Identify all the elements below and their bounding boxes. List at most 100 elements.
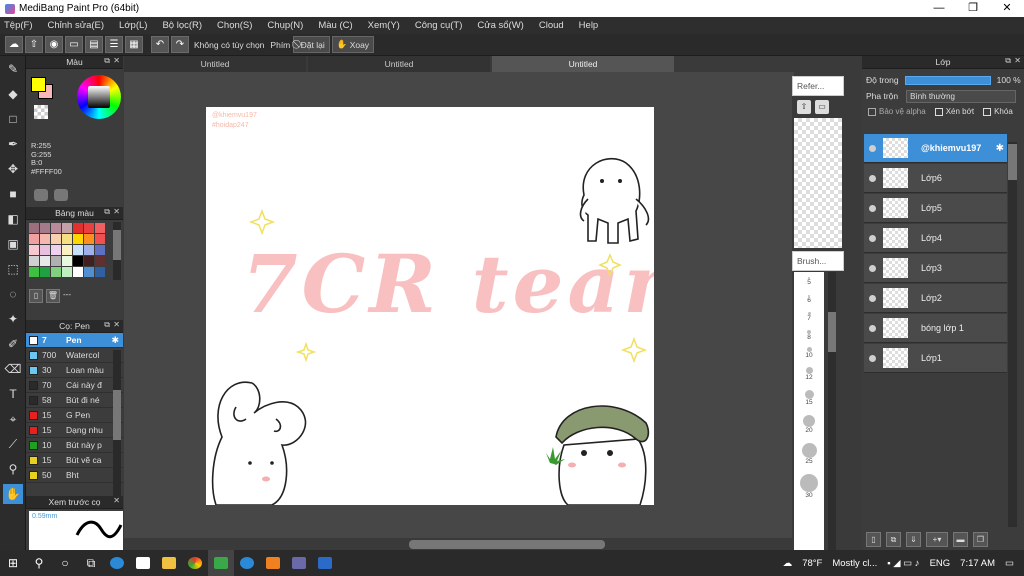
brush-item[interactable]: 50 Bht	[26, 468, 123, 483]
eyedropper-tool-icon[interactable]: ⚲	[3, 459, 23, 479]
store-icon[interactable]	[130, 550, 156, 576]
palette-swatch[interactable]	[84, 245, 94, 255]
brush-item[interactable]: 15 Bút vẽ ca	[26, 453, 123, 468]
palette-scrollbar[interactable]	[113, 222, 121, 280]
palette-swatch[interactable]	[84, 267, 94, 277]
gear-icon[interactable]: ✱	[111, 335, 119, 346]
comment-icon[interactable]: ◉	[45, 36, 63, 53]
lock-checkbox[interactable]	[983, 107, 992, 116]
camera-icon[interactable]	[286, 550, 312, 576]
visibility-icon[interactable]	[869, 204, 876, 212]
cortana-icon[interactable]: ○	[52, 550, 78, 576]
hand-tool-icon[interactable]: ✋	[3, 484, 23, 504]
palette-swatch[interactable]	[73, 223, 83, 233]
layer-row[interactable]: Lớp2	[864, 284, 1007, 313]
menu-select[interactable]: Chọn(S)	[217, 20, 252, 31]
weather-temp[interactable]: 78°F	[802, 558, 822, 569]
delete-palette-icon[interactable]: 🗑	[46, 289, 60, 303]
visibility-icon[interactable]	[869, 354, 876, 362]
cloud-icon[interactable]: ☁	[5, 36, 23, 53]
weather-icon[interactable]: ☁	[783, 558, 793, 569]
brush-scrollbar[interactable]	[113, 350, 121, 500]
add-layer-dropdown-icon[interactable]: +▾	[926, 532, 948, 547]
palette-swatch[interactable]	[62, 267, 72, 277]
palette-swatch[interactable]	[95, 245, 105, 255]
messenger-icon[interactable]	[234, 550, 260, 576]
palette-swatch[interactable]	[84, 223, 94, 233]
palette-swatch[interactable]	[73, 234, 83, 244]
detach-icon[interactable]: ⧉	[104, 207, 110, 217]
add-palette-icon[interactable]: ▯	[29, 289, 43, 303]
photos-icon[interactable]	[312, 550, 338, 576]
search-icon[interactable]: ⚲	[26, 550, 52, 576]
task-view-icon[interactable]: ⧉	[78, 550, 104, 576]
palette-swatch[interactable]	[40, 256, 50, 266]
palette-swatch[interactable]	[95, 267, 105, 277]
bucket-tool-icon[interactable]: ◧	[3, 209, 23, 229]
select-pen-tool-icon[interactable]: ✐	[3, 334, 23, 354]
rectangle-tool-icon[interactable]: □	[3, 109, 23, 129]
menu-edit[interactable]: Chỉnh sửa(E)	[48, 20, 105, 31]
layer-row[interactable]: @khiemvu197 ✱	[864, 134, 1007, 163]
palette-swatch[interactable]	[40, 245, 50, 255]
color-wheel[interactable]	[77, 75, 121, 119]
protect-alpha-checkbox[interactable]	[868, 107, 876, 116]
transparent-color-swatch[interactable]	[34, 105, 48, 119]
close-icon[interactable]: ✕	[113, 56, 120, 65]
palette-swatch[interactable]	[62, 234, 72, 244]
brush-size-option[interactable]: 15	[794, 385, 824, 410]
menu-filter[interactable]: Bộ lọc(R)	[162, 20, 202, 31]
brush-size-scrollbar[interactable]	[828, 272, 836, 550]
lasso-tool-icon[interactable]: ◌	[3, 284, 23, 304]
brush-item[interactable]: 30 Loan màu	[26, 363, 123, 378]
merge-down-icon[interactable]: ⇓	[906, 532, 921, 547]
brush-size-option[interactable]: 25	[794, 438, 824, 469]
brush-tool-icon[interactable]: ✎	[3, 59, 23, 79]
detach-icon[interactable]: ⧉	[1005, 56, 1011, 66]
duplicate-layer-icon[interactable]: ❐	[973, 532, 988, 547]
tab-untitled-3[interactable]: Untitled	[492, 56, 674, 72]
gear-icon[interactable]: ✱	[996, 143, 1004, 154]
close-button[interactable]: ✕	[990, 0, 1024, 17]
reference-add-icon[interactable]: ⇧	[797, 100, 811, 114]
reference-folder-icon[interactable]: ▭	[815, 100, 829, 114]
tray-icons[interactable]: ▪ ◢ ▭ ♪	[887, 558, 919, 569]
brush-item[interactable]: 7 Pen ✱	[26, 333, 123, 348]
language-indicator[interactable]: ENG	[930, 558, 951, 569]
new-layer-icon[interactable]: ▯	[866, 532, 881, 547]
list-icon[interactable]: ☰	[105, 36, 123, 53]
visibility-icon[interactable]	[869, 174, 876, 182]
redo-icon[interactable]: ↷	[171, 36, 189, 53]
layer-row[interactable]: Lớp1	[864, 344, 1007, 373]
text-tool-icon[interactable]: T	[3, 384, 23, 404]
color-square[interactable]	[88, 86, 110, 108]
palette-swatch[interactable]	[62, 245, 72, 255]
visibility-icon[interactable]	[869, 144, 876, 152]
menu-view[interactable]: Xem(Y)	[368, 20, 400, 31]
layer-row[interactable]: Lớp4	[864, 224, 1007, 253]
palette-swatch[interactable]	[84, 234, 94, 244]
palette-swatch[interactable]	[95, 223, 105, 233]
palette-swatch[interactable]	[40, 234, 50, 244]
chrome-icon[interactable]	[182, 550, 208, 576]
minimize-button[interactable]: —	[922, 0, 956, 17]
layer-row[interactable]: Lớp5	[864, 194, 1007, 223]
horizontal-scrollbar[interactable]	[124, 538, 794, 550]
palette-mode2-icon[interactable]	[54, 189, 68, 201]
foreground-color-swatch[interactable]	[31, 77, 46, 92]
maximize-button[interactable]: ❐	[956, 0, 990, 17]
tab-untitled-1[interactable]: Untitled	[124, 56, 306, 72]
brush-size-option[interactable]: 7	[794, 308, 824, 326]
menu-cloud[interactable]: Cloud	[539, 20, 564, 31]
gradient-tool-icon[interactable]: ▣	[3, 234, 23, 254]
palette-mode-icon[interactable]	[34, 189, 48, 201]
eraser-tool-icon[interactable]: ◆	[3, 84, 23, 104]
palette-swatch[interactable]	[95, 234, 105, 244]
document-icon[interactable]: ▤	[85, 36, 103, 53]
clipping-checkbox[interactable]	[934, 107, 943, 116]
menu-snap[interactable]: Chụp(N)	[267, 20, 303, 31]
move-tool-icon[interactable]: ✥	[3, 159, 23, 179]
palette-swatch[interactable]	[84, 256, 94, 266]
close-icon[interactable]: ✕	[113, 496, 120, 505]
palette-swatch[interactable]	[29, 223, 39, 233]
